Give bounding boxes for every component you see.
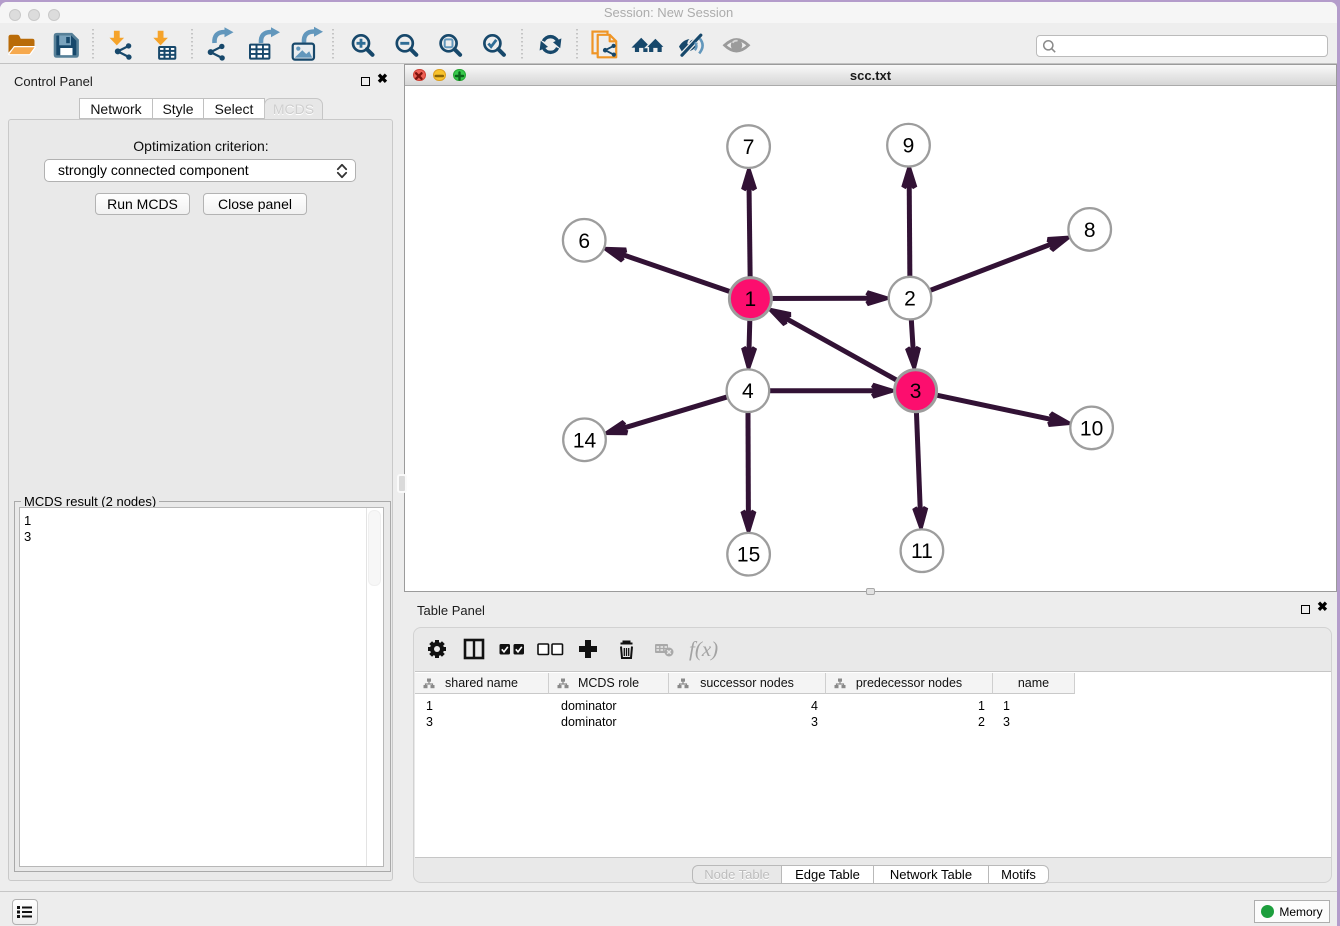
svg-text:2: 2 bbox=[904, 288, 916, 311]
svg-text:9: 9 bbox=[903, 135, 915, 158]
svg-text:15: 15 bbox=[737, 544, 760, 567]
svg-text:6: 6 bbox=[578, 230, 590, 253]
svg-text:7: 7 bbox=[743, 136, 755, 159]
svg-text:f(x): f(x) bbox=[689, 637, 718, 661]
svg-text:1: 1 bbox=[745, 288, 757, 311]
svg-text:8: 8 bbox=[1084, 219, 1096, 242]
svg-text:14: 14 bbox=[573, 429, 597, 452]
svg-text:4: 4 bbox=[742, 380, 754, 403]
svg-text:11: 11 bbox=[911, 540, 933, 563]
svg-text:3: 3 bbox=[910, 380, 922, 403]
svg-text:10: 10 bbox=[1080, 417, 1103, 440]
